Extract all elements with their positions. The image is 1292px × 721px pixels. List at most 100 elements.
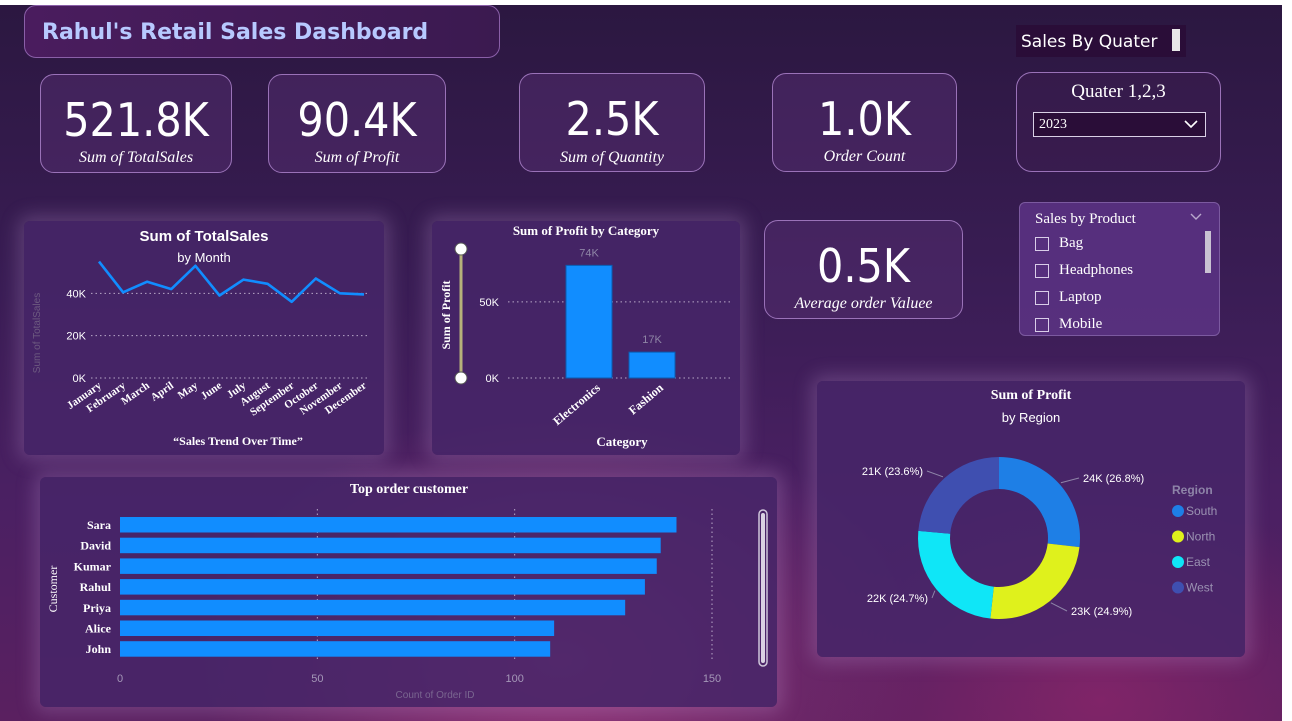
product-slicer-title: Sales by Product [1035,211,1136,227]
y-axis-label: Customer [46,566,60,613]
quarter-filter-card: Quater 1,2,3 2023 [1016,72,1221,172]
chart-title: Sum of Profit by Category [513,223,660,238]
legend-label[interactable]: East [1186,555,1211,569]
year-dropdown[interactable]: 2023 [1033,112,1206,137]
chart-title: Sum of TotalSales [140,228,269,245]
dashboard-canvas: Rahul's Retail Sales Dashboard Sales By … [0,0,1282,721]
checkbox[interactable] [1035,291,1049,305]
slice-label: 23K (24.9%) [1071,606,1132,618]
kpi-label: Sum of TotalSales [78,149,194,166]
checkbox[interactable] [1035,264,1049,278]
quarter-filter-title: Quater 1,2,3 [1071,81,1166,102]
slice-label: 21K (23.6%) [862,466,923,478]
bar[interactable] [120,517,677,533]
quarter-toggle-button[interactable]: Sales By Quater [1016,25,1186,57]
kpi-value: 2.5K [565,92,659,146]
category-label: Kumar [74,559,112,573]
profit-by-region-chart: Sum of Profit by Region 24K (26.8%) 23K (… [862,388,1217,619]
x-tick-label: 50 [311,673,323,685]
y-tick-label: 20K [66,331,86,343]
year-dropdown-value: 2023 [1039,117,1067,132]
category-label: David [80,539,111,553]
y-tick-label: 0K [73,373,87,385]
category-label: Rahul [80,580,112,594]
leader-line [1060,477,1080,484]
category-label: John [86,642,112,656]
x-tick-label: June [199,380,225,403]
slicer-scrollbar[interactable] [1205,231,1211,273]
kpi-average-order-value: 0.5K Average order Valuee [764,220,963,319]
x-tick-label: Fashion [626,380,666,417]
y-tick-label: 40K [66,288,86,300]
donut-slice[interactable] [999,457,1080,548]
category-label: Priya [83,601,111,615]
x-tick-label: 0 [117,673,123,685]
kpi-value: 1.0K [818,92,911,146]
kpi-order-count: 1.0K Order Count [772,73,957,172]
legend-label[interactable]: North [1186,530,1215,544]
donut-slice[interactable] [990,543,1080,619]
kpi-value: 521.8K [63,93,209,147]
leader-line [1050,602,1068,612]
checkbox[interactable] [1035,237,1049,251]
bar[interactable] [120,620,555,637]
leader-line [931,590,936,599]
category-label: Sara [87,518,111,532]
legend-swatch [1172,505,1184,517]
dashboard-title-box: Rahul's Retail Sales Dashboard [24,5,500,58]
bar[interactable] [120,599,626,616]
product-slicer: Sales by Product Bag Headphones Laptop M… [1019,202,1220,336]
x-tick-label: May [176,379,201,401]
product-option-label: Laptop [1059,289,1102,305]
legend-swatch [1172,530,1184,543]
profit-by-region-card: Sum of Profit by Region 24K (26.8%) 23K (… [817,381,1245,657]
chevron-down-icon [1184,120,1198,129]
bar[interactable] [565,264,613,379]
product-option-label: Mobile [1059,316,1103,332]
leader-line [926,470,944,478]
legend-swatch [1172,556,1184,568]
bar[interactable] [120,537,661,554]
donut-slice[interactable] [918,530,994,619]
kpi-label: Sum of Quantity [560,149,664,166]
data-label: 74K [579,247,599,259]
bar[interactable] [120,641,551,657]
sales-by-month-card: Sum of TotalSales by Month Sum of TotalS… [24,221,384,455]
x-tick-label: Electronics [550,380,603,428]
bar[interactable] [120,579,645,595]
chart-subtitle: by Month [177,250,230,265]
kpi-total-sales: 521.8K Sum of TotalSales [40,74,232,173]
kpi-value: 90.4K [297,93,417,147]
series-line [97,260,365,304]
legend-title: Region [1172,483,1213,497]
donut-slice[interactable] [918,457,999,534]
chart-title: Top order customer [350,482,468,497]
legend-label[interactable]: South [1186,504,1217,518]
checkbox[interactable] [1035,318,1049,332]
data-label: 17K [642,334,662,346]
y-tick-label: 0K [486,373,500,385]
bar[interactable] [120,558,657,574]
x-axis-label: Category [596,434,648,449]
x-axis-label: Count of Order ID [396,690,475,701]
bar[interactable] [628,351,676,379]
slice-label: 24K (26.8%) [1083,473,1144,485]
range-slider-handle[interactable] [454,242,468,256]
legend-label[interactable]: West [1186,581,1214,595]
slice-label: 22K (24.7%) [867,593,928,605]
y-axis-label: Sum of TotalSales [32,293,43,373]
quarter-toggle-label: Sales By Quater [1021,32,1158,52]
chevron-down-icon[interactable] [1189,212,1203,222]
toggle-handle-icon [1172,29,1180,51]
kpi-profit: 90.4K Sum of Profit [268,74,446,173]
category-label: Alice [85,622,112,636]
range-slider-handle[interactable] [454,371,468,385]
kpi-label: Sum of Profit [314,149,400,166]
scrollbar-thumb[interactable] [761,513,765,663]
x-tick-label: April [149,380,176,404]
profit-by-category-chart: Sum of Profit by Category Sum of Profit … [439,223,732,449]
kpi-quantity: 2.5K Sum of Quantity [519,73,705,172]
dashboard-title: Rahul's Retail Sales Dashboard [42,20,429,45]
legend-swatch [1172,581,1184,594]
top-customer-chart: Top order customer Customer Count of Ord… [46,482,768,701]
